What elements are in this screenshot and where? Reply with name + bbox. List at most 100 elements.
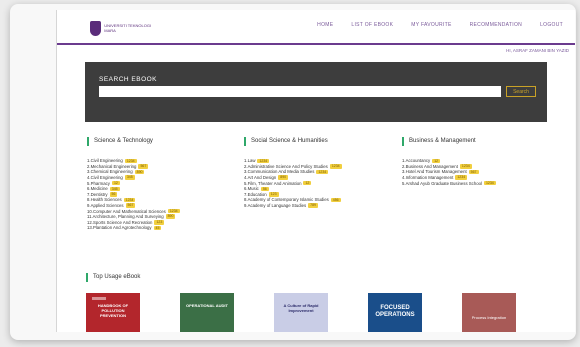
book-cover[interactable]: Operational Audit [180, 293, 234, 332]
category-link-label: 9.Applied Sciences [87, 203, 124, 209]
book-title: Operational Audit [186, 303, 228, 308]
book-title: Process Integration [471, 315, 507, 320]
count-badge: 456 [330, 197, 341, 203]
category-link-label: 11.Architecture, Planning And Surveying [87, 214, 164, 220]
count-badge: 890 [165, 214, 176, 219]
nav-my-favourite[interactable]: My Favourite [411, 22, 451, 28]
top-usage-heading: Top Usage eBook [86, 272, 140, 282]
book-title: Handbook of Pollution Prevention [97, 303, 129, 318]
book-cover[interactable]: Handbook of Pollution Prevention [86, 293, 140, 332]
book-cover[interactable]: A Culture of Rapid Improvement [274, 293, 328, 332]
category-list: 1.Civil Engineering 1234 2.Mechanical Engi… [87, 158, 237, 231]
count-badge: 1234 [483, 180, 496, 186]
category-link-label: 4.Civil Engineering [87, 175, 123, 181]
category-link[interactable]: 9.Academy of Language Studies 789 [244, 203, 394, 209]
category-link-label: 1.Law [244, 158, 256, 164]
university-logo[interactable]: UNIVERSITI TEKNOLOGI MARA [90, 20, 160, 36]
count-badge: 1234 [257, 158, 270, 164]
category-link-label: 8.Academy of Contemporary Islamic Studie… [244, 197, 329, 203]
count-badge: 1234 [459, 164, 472, 169]
category-list: 1.Accountancy 12 2.Business And Management… [402, 158, 552, 186]
count-badge: 567 [468, 169, 479, 175]
category-link-label: 5.Arshad Ayub Graduate Business School [402, 180, 482, 186]
category-link-label: 5.Pharmacy [87, 180, 110, 186]
publisher-mark [92, 297, 106, 300]
count-badge: 567 [125, 203, 136, 208]
category-title: Business & Management [409, 138, 476, 144]
category-link-label: 1.Civil Engineering [87, 158, 123, 164]
category-link-label: 6.Medicine [87, 186, 108, 192]
book-cover[interactable]: Focused Operations [368, 293, 422, 332]
crest-icon [90, 20, 102, 36]
category-link-label: 3.Chemical Engineering [87, 169, 133, 175]
category-link[interactable]: 13.Plantation And Agrotechnology 45 [87, 225, 237, 231]
category-link-label: 12.Sports Science And Recreation [87, 219, 153, 225]
top-usage-title: Top Usage eBook [93, 274, 141, 280]
count-badge: 890 [134, 169, 145, 175]
category-link-label: 7.Dentistry [87, 191, 108, 197]
category-link-label: 8.Health Sciences [87, 197, 122, 203]
category-link-label: 5.Film, Theater And Animation [244, 180, 302, 186]
book-title: A Culture of Rapid Improvement [283, 303, 319, 313]
category-link-label: 4.Information Management [402, 175, 454, 181]
logo-text: UNIVERSITI TEKNOLOGI MARA [104, 23, 152, 33]
count-badge: 123 [154, 220, 165, 225]
category-link-label: 3.Hotel And Tourism Management [402, 169, 467, 175]
category-link-label: 2.Business And Management [402, 163, 458, 169]
site-header: UNIVERSITI TEKNOLOGI MARA Home List of e… [57, 10, 575, 45]
count-badge: 1234 [316, 169, 329, 175]
count-badge: 56 [109, 192, 118, 197]
count-badge: 1234 [167, 208, 180, 214]
browser-viewport: UNIVERSITI TEKNOLOGI MARA Home List of e… [56, 10, 575, 332]
search-title: SEARCH EBOOK [99, 76, 158, 83]
section-marker [87, 136, 89, 146]
category-link-label: 1.Accountancy [402, 158, 431, 164]
count-badge: 123 [268, 192, 279, 197]
count-badge: 1234 [329, 164, 342, 169]
category-social-science-humanities: Social Science & Humanities 1.Law 1234 2.A… [244, 136, 394, 208]
book-cover[interactable]: Process Integration [462, 293, 516, 332]
category-link-label: 10.Computer And Mathematical Sciences [87, 208, 166, 214]
category-business-management: Business & Management 1.Accountancy 12 2.B… [402, 136, 552, 186]
device-frame: UNIVERSITI TEKNOLOGI MARA Home List of e… [10, 4, 576, 340]
count-badge: 345 [124, 175, 135, 180]
top-usage-books: Handbook of Pollution Prevention Operati… [85, 293, 555, 332]
main-nav: Home List of eBook My Favourite Recommen… [317, 22, 563, 28]
category-link-label: 3.Communication And Media Studies [244, 169, 315, 175]
nav-list-of-ebook[interactable]: List of eBook [351, 22, 393, 28]
count-badge: 567 [138, 164, 149, 169]
count-badge: 1234 [124, 158, 137, 164]
category-link-label: 13.Plantation And Agrotechnology [87, 225, 152, 231]
count-badge: 12 [111, 180, 120, 186]
header-accent-line [57, 43, 575, 45]
count-badge: 45 [153, 225, 162, 231]
count-badge: 345 [109, 186, 120, 192]
count-badge: 1234 [123, 197, 136, 203]
category-link-label: 2.Administrative Science And Policy Stud… [244, 163, 328, 169]
category-link-label: 7.Education [244, 191, 267, 197]
category-link-label: 4.Art And Design [244, 175, 277, 181]
category-link-label: 6.Music [244, 186, 259, 192]
search-button[interactable]: Search [506, 86, 536, 97]
search-section: SEARCH EBOOK Search [85, 62, 547, 122]
count-badge: 890 [278, 175, 289, 180]
count-badge: 12 [303, 180, 312, 186]
search-input[interactable] [99, 86, 501, 97]
count-badge: 789 [308, 203, 318, 208]
user-greeting: Hi, ASRAF ZAMANI BIN YAZID [506, 48, 569, 53]
count-badge: 12 [432, 158, 441, 164]
category-list: 1.Law 1234 2.Administrative Science And Po… [244, 158, 394, 208]
category-title: Social Science & Humanities [251, 138, 328, 144]
nav-logout[interactable]: Logout [540, 22, 563, 28]
category-link-label: 2.Mechanical Engineering [87, 163, 137, 169]
nav-recommendation[interactable]: Recommendation [470, 22, 522, 28]
category-title: Science & Technology [94, 138, 153, 144]
book-title: Focused Operations [375, 305, 415, 318]
category-link-label: 9.Academy of Language Studies [244, 203, 307, 209]
category-science-technology: Science & Technology 1.Civil Engineering… [87, 136, 237, 231]
count-badge: 1234 [455, 175, 468, 180]
section-marker [244, 136, 246, 146]
nav-home[interactable]: Home [317, 22, 333, 28]
category-link[interactable]: 5.Arshad Ayub Graduate Business School 12… [402, 180, 552, 186]
section-marker [86, 272, 88, 282]
